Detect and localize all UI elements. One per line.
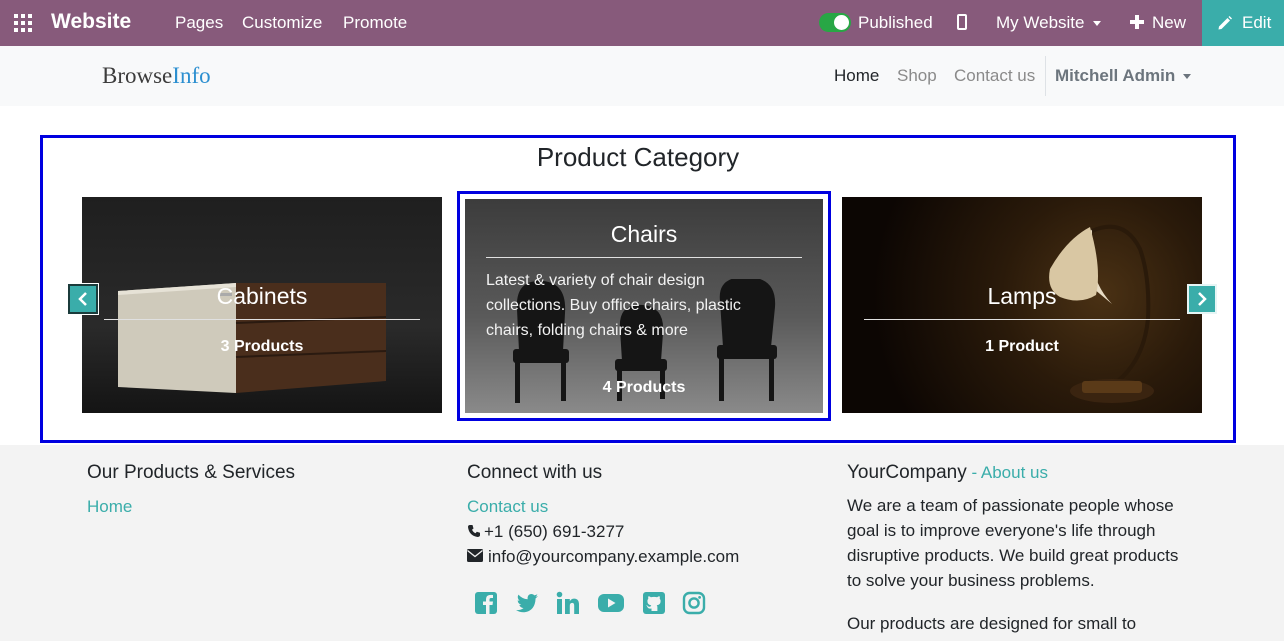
edit-label: Edit — [1242, 13, 1272, 32]
menu-pages[interactable]: Pages — [175, 13, 223, 33]
menu-promote[interactable]: Promote — [343, 13, 407, 33]
company-description: We are a team of passionate people whose… — [847, 496, 1179, 590]
category-card-cabinets[interactable]: Cabinets 3 Products — [82, 197, 442, 413]
footer-email: info@yourcompany.example.com — [488, 547, 740, 566]
youtube-icon[interactable] — [597, 591, 625, 615]
chevron-right-icon — [1198, 292, 1207, 306]
chevron-down-icon — [1183, 74, 1192, 80]
card-divider — [486, 257, 802, 258]
company-separator: - — [966, 463, 981, 482]
plus-icon[interactable] — [1130, 15, 1144, 29]
carousel-prev-button[interactable] — [67, 283, 99, 315]
site-logo[interactable]: BrowseInfo — [102, 63, 211, 89]
published-toggle[interactable] — [819, 13, 851, 32]
edit-button[interactable]: Edit — [1202, 0, 1284, 46]
card-title: Chairs — [610, 221, 678, 247]
user-menu[interactable]: Mitchell Admin — [1055, 66, 1192, 86]
website-selector-label: My Website — [996, 13, 1085, 32]
carousel-next-button[interactable] — [1187, 284, 1217, 314]
card-product-count: 3 Products — [220, 338, 304, 355]
card-description: Latest & variety of chair design collect… — [486, 272, 741, 339]
nav-home[interactable]: Home — [834, 66, 879, 86]
footer-phone: +1 (650) 691-3277 — [484, 522, 625, 541]
footer-company-heading: YourCompany - About us — [847, 462, 1048, 484]
phone-icon — [468, 525, 480, 537]
card-title: Lamps — [987, 283, 1057, 309]
chevron-down-icon — [1092, 21, 1101, 27]
company-name: YourCompany — [847, 462, 967, 483]
card-product-count: 1 Product — [985, 338, 1059, 355]
published-label[interactable]: Published — [858, 13, 933, 33]
card-title: Cabinets — [216, 283, 308, 309]
footer-heading-products: Our Products & Services — [87, 462, 296, 483]
site-header: BrowseInfo Home Shop Contact us Mitchell… — [0, 46, 1284, 106]
twitter-icon[interactable] — [515, 591, 539, 615]
chevron-left-icon — [78, 292, 87, 306]
website-selector[interactable]: My Website — [996, 13, 1101, 33]
github-icon[interactable] — [642, 591, 666, 615]
footer-link-about[interactable]: About us — [981, 463, 1048, 482]
mobile-preview-icon[interactable] — [957, 14, 967, 30]
admin-navbar: Website Pages Customize Promote Publishe… — [0, 0, 1284, 46]
nav-divider — [1045, 56, 1046, 96]
menu-customize[interactable]: Customize — [242, 13, 322, 33]
facebook-icon[interactable] — [474, 591, 498, 615]
card-divider — [864, 319, 1180, 320]
instagram-icon[interactable] — [682, 591, 706, 615]
linkedin-icon[interactable] — [556, 591, 580, 615]
company-description-2: Our products are designed for small to — [847, 614, 1137, 633]
envelope-icon — [467, 549, 483, 562]
section-title: Product Category — [536, 142, 740, 172]
logo-text-info: Info — [172, 63, 211, 88]
nav-shop[interactable]: Shop — [897, 66, 937, 86]
footer-link-home[interactable]: Home — [87, 497, 132, 517]
new-button[interactable]: New — [1152, 13, 1186, 33]
category-card-lamps[interactable]: Lamps 1 Product — [842, 197, 1202, 413]
apps-grid-icon[interactable] — [14, 14, 32, 32]
user-name: Mitchell Admin — [1055, 66, 1176, 85]
site-footer: Our Products & Services Home Connect wit… — [0, 445, 1284, 641]
card-product-count: 4 Products — [602, 379, 686, 396]
footer-link-contact[interactable]: Contact us — [467, 497, 548, 517]
card-divider — [104, 319, 420, 320]
product-category-section: Product Category Cabinets 3 Products Cha… — [40, 135, 1236, 443]
footer-heading-connect: Connect with us — [467, 462, 603, 483]
pencil-icon — [1218, 16, 1232, 30]
category-card-chairs[interactable]: Chairs Latest & variety of chair design … — [462, 196, 826, 416]
logo-text-browse: Browse — [102, 63, 173, 88]
nav-contact-us[interactable]: Contact us — [954, 66, 1035, 86]
app-brand[interactable]: Website — [51, 10, 131, 34]
